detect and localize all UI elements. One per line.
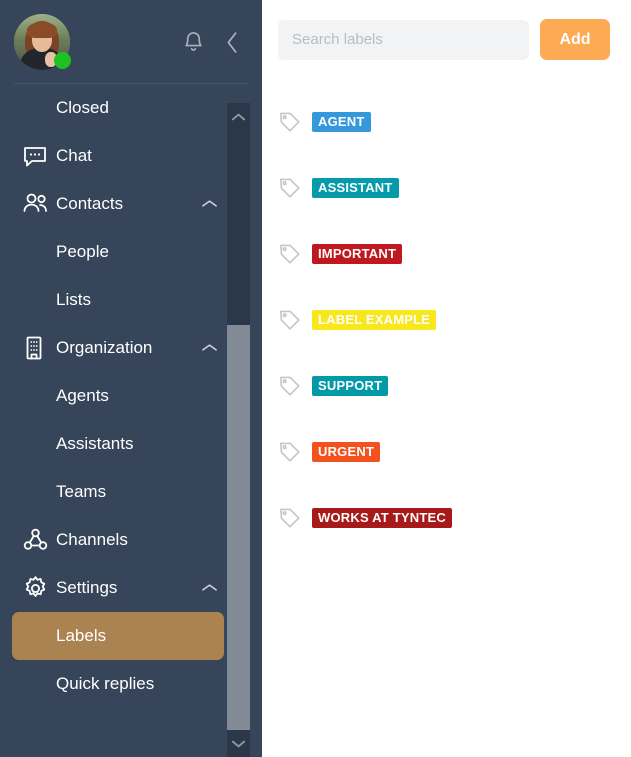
sidebar-item-contacts[interactable]: Contacts bbox=[0, 180, 262, 228]
chevron-up-icon[interactable] bbox=[201, 578, 218, 598]
chevron-up-icon[interactable] bbox=[201, 194, 218, 214]
sidebar-item-label: Channels bbox=[56, 530, 128, 549]
sidebar-nav: Closed Chat Contacts People Lists Organiza… bbox=[0, 84, 262, 757]
label-chip[interactable]: IMPORTANT bbox=[312, 243, 403, 265]
sidebar-item-label: Organization bbox=[56, 338, 153, 357]
label-row[interactable]: URGENT bbox=[262, 419, 631, 485]
sidebar-item-label: Quick replies bbox=[56, 674, 155, 693]
tag-icon bbox=[278, 176, 312, 200]
label-row[interactable]: AGENT bbox=[262, 89, 631, 155]
main-panel: Add AGENT ASSISTANT IMPORTANT LABEL EXAM… bbox=[262, 0, 631, 757]
scroll-up-icon[interactable] bbox=[227, 103, 250, 130]
notifications-bell-icon[interactable] bbox=[182, 30, 205, 55]
sidebar-item-lists[interactable]: Lists bbox=[0, 276, 262, 324]
sidebar-item-settings[interactable]: Settings bbox=[0, 564, 262, 612]
avatar[interactable] bbox=[14, 14, 71, 70]
label-row[interactable]: ASSISTANT bbox=[262, 155, 631, 221]
sidebar-item-closed[interactable]: Closed bbox=[0, 84, 262, 132]
sidebar-item-channels[interactable]: Channels bbox=[0, 516, 262, 564]
chat-icon bbox=[22, 143, 56, 169]
tag-icon bbox=[278, 308, 312, 332]
tag-icon bbox=[278, 110, 312, 134]
sidebar-item-people[interactable]: People bbox=[0, 228, 262, 276]
sidebar-item-label: Teams bbox=[56, 482, 107, 501]
sidebar-item-assistants[interactable]: Assistants bbox=[0, 420, 262, 468]
sidebar-item-label: Settings bbox=[56, 578, 118, 597]
collapse-sidebar-icon[interactable] bbox=[225, 30, 240, 55]
sidebar-item-chat[interactable]: Chat bbox=[0, 132, 262, 180]
building-icon bbox=[22, 335, 56, 361]
sidebar-item-label: Labels bbox=[56, 626, 107, 645]
sidebar-header-actions bbox=[182, 30, 240, 55]
scrollbar-thumb[interactable] bbox=[227, 325, 250, 757]
label-chip[interactable]: WORKS AT TYNTEC bbox=[312, 507, 452, 529]
sidebar: Closed Chat Contacts People Lists Organiza… bbox=[0, 0, 262, 757]
channels-icon bbox=[22, 527, 56, 553]
label-chip[interactable]: URGENT bbox=[312, 441, 381, 463]
sidebar-item-quick-replies[interactable]: Quick replies bbox=[0, 660, 262, 708]
sidebar-item-agents[interactable]: Agents bbox=[0, 372, 262, 420]
sidebar-item-label: Contacts bbox=[56, 194, 124, 213]
sidebar-item-teams[interactable]: Teams bbox=[0, 468, 262, 516]
tag-icon bbox=[278, 440, 312, 464]
label-chip[interactable]: LABEL EXAMPLE bbox=[312, 309, 437, 331]
tag-icon bbox=[278, 242, 312, 266]
label-row[interactable]: WORKS AT TYNTEC bbox=[262, 485, 631, 551]
label-chip[interactable]: ASSISTANT bbox=[312, 177, 399, 199]
online-status-dot bbox=[54, 52, 71, 69]
tag-icon bbox=[278, 374, 312, 398]
sidebar-item-label: Assistants bbox=[56, 434, 134, 453]
scrollbar-track[interactable] bbox=[227, 130, 250, 757]
labels-toolbar: Add bbox=[262, 0, 631, 60]
labels-list: AGENT ASSISTANT IMPORTANT LABEL EXAMPLE … bbox=[262, 60, 631, 551]
sidebar-item-label: Chat bbox=[56, 146, 92, 165]
gear-icon bbox=[22, 575, 56, 602]
tag-icon bbox=[278, 506, 312, 530]
label-row[interactable]: SUPPORT bbox=[262, 353, 631, 419]
search-input[interactable] bbox=[278, 19, 529, 60]
add-label-button[interactable]: Add bbox=[540, 19, 610, 60]
chevron-up-icon[interactable] bbox=[201, 338, 218, 358]
label-row[interactable]: LABEL EXAMPLE bbox=[262, 287, 631, 353]
contacts-icon bbox=[22, 191, 56, 217]
label-chip[interactable]: SUPPORT bbox=[312, 375, 389, 397]
sidebar-header bbox=[0, 0, 262, 84]
sidebar-item-label: Closed bbox=[56, 98, 109, 117]
sidebar-item-label: Lists bbox=[56, 290, 91, 309]
sidebar-item-label: Agents bbox=[56, 386, 109, 405]
label-row[interactable]: IMPORTANT bbox=[262, 221, 631, 287]
app-root: Closed Chat Contacts People Lists Organiza… bbox=[0, 0, 631, 757]
sidebar-item-organization[interactable]: Organization bbox=[0, 324, 262, 372]
sidebar-scrollbar[interactable] bbox=[227, 103, 250, 757]
label-chip[interactable]: AGENT bbox=[312, 111, 371, 133]
scroll-down-icon[interactable] bbox=[227, 730, 250, 757]
sidebar-item-label: People bbox=[56, 242, 109, 261]
sidebar-item-labels[interactable]: Labels bbox=[12, 612, 224, 660]
